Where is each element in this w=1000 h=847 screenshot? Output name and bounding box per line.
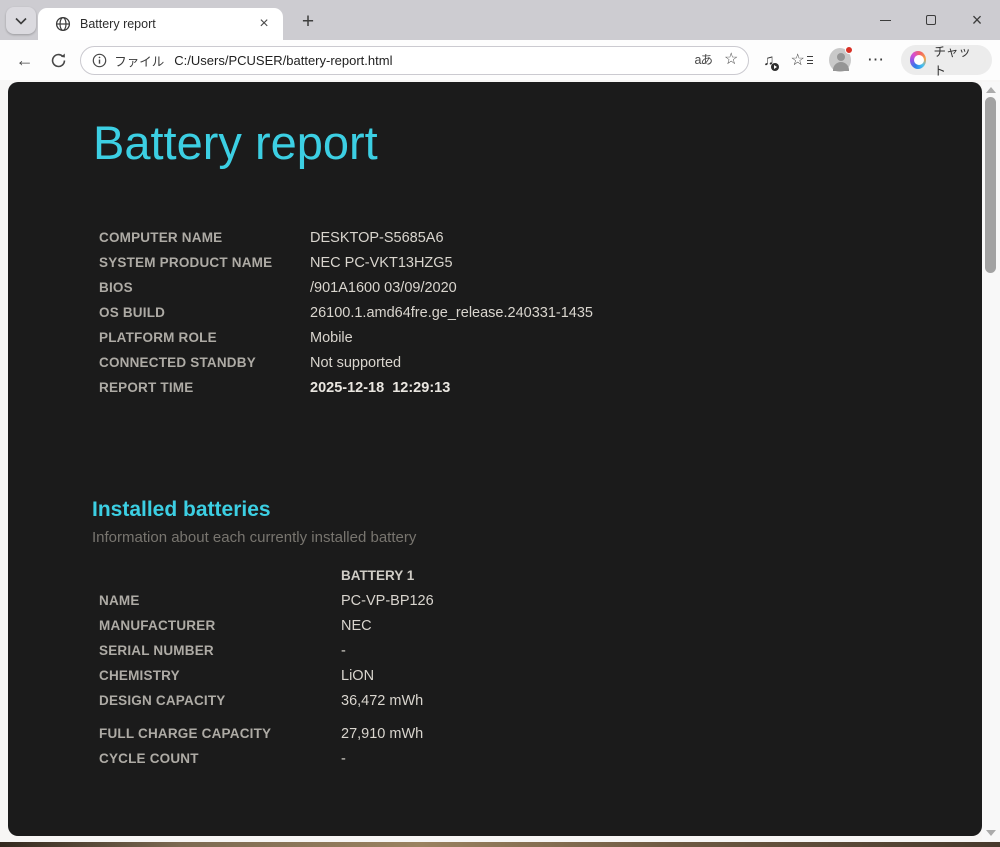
info-value: 36,472 mWh [341,692,424,709]
table-row: FULL CHARGE CAPACITY 27,910 mWh [99,721,434,746]
table-row: NAME PC-VP-BP126 [99,588,434,613]
page-title: Battery report [93,116,378,169]
window-controls: × [862,0,1000,40]
url-text[interactable]: C:/Users/PCUSER/battery-report.html [174,53,686,68]
table-row: OS BUILD 26100.1.amd64fre.ge_release.240… [99,300,593,325]
avatar-head [836,53,845,61]
battery-column-header: BATTERY 1 [341,568,415,583]
info-value: - [341,642,346,659]
browser-toolbar: ← ファイル C:/Users/PCUSER/battery-report.ht… [0,40,1000,80]
translate-icon[interactable]: aあ [695,54,713,67]
info-value: Mobile [310,329,353,346]
table-row: REPORT TIME 2025-12-18 12:29:13 [99,375,593,400]
info-label: NAME [99,593,140,608]
table-row: MANUFACTURER NEC [99,613,434,638]
battery-report-page: Battery report COMPUTER NAME DESKTOP-S56… [8,82,982,836]
table-row: SERIAL NUMBER - [99,638,434,663]
toolbar-right-icons: ♫ ☆ ⋯ チャット [763,45,992,78]
info-label: SERIAL NUMBER [99,643,214,658]
table-row: CYCLE COUNT - [99,746,434,771]
info-value: 26100.1.amd64fre.ge_release.240331-1435 [310,304,593,321]
info-label: DESIGN CAPACITY [99,693,226,708]
copilot-chat-button[interactable]: チャット [901,45,992,78]
system-info-table: COMPUTER NAME DESKTOP-S5685A6 SYSTEM PRO… [99,225,593,400]
url-scheme-label: ファイル [114,54,165,69]
report-time-value: 2025-12-18 12:29:13 [310,379,451,396]
info-value: /901A1600 03/09/2020 [310,279,457,296]
info-label: CYCLE COUNT [99,751,199,766]
minimize-button[interactable] [862,0,908,40]
refresh-icon [51,52,66,67]
battery-info-table: BATTERY 1 NAME PC-VP-BP126 MANUFACTURER … [99,563,434,771]
info-value: Not supported [310,354,402,371]
section-heading: Installed batteries [92,498,271,521]
info-value: 27,910 mWh [341,725,424,742]
desktop-edge-strip [0,842,1000,847]
add-favorite-star-icon[interactable]: ☆ [724,52,738,68]
table-row: COMPUTER NAME DESKTOP-S5685A6 [99,225,593,250]
info-value: LiON [341,667,375,684]
info-value: NEC PC-VKT13HZG5 [310,254,453,271]
tab-close-icon[interactable]: × [255,15,273,33]
favorites-hub-icon[interactable]: ☆ [791,50,813,70]
info-label: CHEMISTRY [99,668,180,683]
table-row: PLATFORM ROLE Mobile [99,325,593,350]
table-row: CHEMISTRY LiON [99,663,434,688]
content-frame: Battery report COMPUTER NAME DESKTOP-S56… [0,80,1000,847]
address-bar[interactable]: ファイル C:/Users/PCUSER/battery-report.html… [80,45,750,75]
globe-favicon-icon [55,16,71,32]
info-label: OS BUILD [99,305,166,320]
refresh-button[interactable] [46,47,71,73]
maximize-icon [926,15,936,25]
scrollbar-thumb[interactable] [985,97,996,273]
table-row: DESIGN CAPACITY 36,472 mWh [99,688,434,713]
info-label: CONNECTED STANDBY [99,355,256,370]
browser-tab[interactable]: Battery report × [38,8,283,40]
star-icon: ☆ [790,52,805,69]
avatar-body [832,62,849,71]
info-label: BIOS [99,280,133,295]
info-value: - [341,750,346,767]
media-control-icon[interactable]: ♫ [763,52,779,71]
profile-avatar[interactable] [828,46,853,72]
notification-dot [845,46,853,54]
info-label: PLATFORM ROLE [99,330,217,345]
table-row: BIOS /901A1600 03/09/2020 [99,275,593,300]
back-button[interactable]: ← [12,47,37,73]
tab-search-button[interactable] [6,7,36,34]
settings-menu-button[interactable]: ⋯ [867,50,885,70]
vertical-scrollbar[interactable] [982,82,1000,841]
maximize-button[interactable] [908,0,954,40]
list-lines-icon [806,56,813,64]
close-icon: × [971,10,983,30]
installed-batteries-section: Installed batteries Information about ea… [92,498,416,546]
tab-title: Battery report [80,17,156,31]
close-window-button[interactable]: × [954,0,1000,40]
copilot-logo-icon [910,51,927,69]
info-label: FULL CHARGE CAPACITY [99,726,272,741]
chevron-down-icon [15,17,27,25]
table-row: CONNECTED STANDBY Not supported [99,350,593,375]
scrollbar-up-arrow-icon[interactable] [986,87,996,93]
table-header-row: BATTERY 1 [99,563,434,588]
info-value: PC-VP-BP126 [341,592,434,609]
section-subtitle: Information about each currently install… [92,529,417,546]
chat-button-label: チャット [933,45,971,78]
info-value: DESKTOP-S5685A6 [310,229,444,246]
page-info-icon[interactable] [92,53,107,68]
info-label: REPORT TIME [99,380,194,395]
info-value: NEC [341,617,372,634]
scrollbar-down-arrow-icon[interactable] [986,830,996,836]
info-label: COMPUTER NAME [99,230,223,245]
minimize-icon [879,19,891,21]
table-row: SYSTEM PRODUCT NAME NEC PC-VKT13HZG5 [99,250,593,275]
new-tab-button[interactable]: + [293,9,323,35]
tab-strip: Battery report × + × [0,0,1000,40]
info-label: SYSTEM PRODUCT NAME [99,255,273,270]
info-label: MANUFACTURER [99,618,216,633]
play-badge-icon [770,62,779,71]
